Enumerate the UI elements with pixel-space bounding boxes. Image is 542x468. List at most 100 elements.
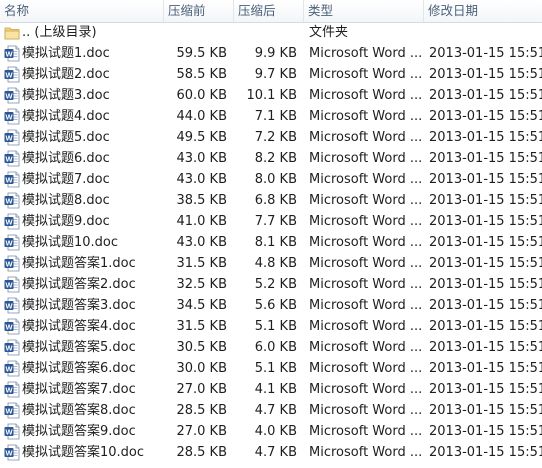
word-doc-icon: W xyxy=(4,234,20,251)
svg-text:W: W xyxy=(5,323,13,332)
file-modified-date: 2013-01-15 15:51 xyxy=(429,172,542,187)
file-size-before: 44.0 KB xyxy=(176,109,227,124)
file-type: Microsoft Word ... xyxy=(309,340,421,355)
file-modified-date: 2013-01-15 15:51 xyxy=(429,67,542,82)
file-type: Microsoft Word ... xyxy=(309,361,421,376)
file-row[interactable]: W 模拟试题答案10.doc 28.5 KB 4.7 KB Microsoft … xyxy=(0,442,542,463)
folder-icon xyxy=(4,24,20,41)
svg-text:W: W xyxy=(5,134,13,143)
file-type: Microsoft Word ... xyxy=(309,319,421,334)
file-name: 模拟试题2.doc xyxy=(22,67,110,82)
file-row[interactable]: W 模拟试题答案7.doc 27.0 KB 4.1 KB Microsoft W… xyxy=(0,379,542,400)
file-modified-date: 2013-01-15 15:51 xyxy=(429,256,542,271)
file-modified-date: 2013-01-15 15:51 xyxy=(429,361,542,376)
file-type: Microsoft Word ... xyxy=(309,193,421,208)
file-modified-date: 2013-01-15 15:51 xyxy=(429,277,542,292)
file-name: 模拟试题8.doc xyxy=(22,193,110,208)
file-row[interactable]: W 模拟试题10.doc 43.0 KB 8.1 KB Microsoft Wo… xyxy=(0,232,542,253)
svg-text:W: W xyxy=(5,407,13,416)
svg-text:W: W xyxy=(5,197,13,206)
file-type: Microsoft Word ... xyxy=(309,424,421,439)
file-size-before: 28.5 KB xyxy=(176,403,227,418)
file-modified-date: 2013-01-15 15:51 xyxy=(429,130,542,145)
file-row[interactable]: W 模拟试题2.doc 58.5 KB 9.7 KB Microsoft Wor… xyxy=(0,64,542,85)
word-doc-icon: W xyxy=(4,150,20,167)
file-type: Microsoft Word ... xyxy=(309,235,421,250)
file-size-after: 7.7 KB xyxy=(254,214,297,229)
column-header-size-before[interactable]: 压缩前 xyxy=(164,0,234,22)
file-row[interactable]: W 模拟试题答案6.doc 30.0 KB 5.1 KB Microsoft W… xyxy=(0,358,542,379)
file-size-before: 28.5 KB xyxy=(176,445,227,460)
file-row[interactable]: W 模拟试题答案8.doc 28.5 KB 4.7 KB Microsoft W… xyxy=(0,400,542,421)
word-doc-icon: W xyxy=(4,381,20,398)
file-name: 模拟试题7.doc xyxy=(22,172,110,187)
file-modified-date: 2013-01-15 15:51 xyxy=(429,403,542,418)
file-size-before: 30.5 KB xyxy=(176,340,227,355)
file-row[interactable]: W 模拟试题1.doc 59.5 KB 9.9 KB Microsoft Wor… xyxy=(0,43,542,64)
svg-text:W: W xyxy=(5,302,13,311)
file-type: Microsoft Word ... xyxy=(309,46,421,61)
file-name: 模拟试题3.doc xyxy=(22,88,110,103)
file-size-after: 9.7 KB xyxy=(254,67,297,82)
file-rows: .. (上级目录) 文件夹 W 模拟试题1.doc 59.5 KB 9.9 KB… xyxy=(0,22,542,463)
word-doc-icon: W xyxy=(4,297,20,314)
file-modified-date: 2013-01-15 15:51 xyxy=(429,193,542,208)
svg-text:W: W xyxy=(5,50,13,59)
column-header-name[interactable]: 名称 xyxy=(0,0,164,22)
file-modified-date: 2013-01-15 15:51 xyxy=(429,319,542,334)
file-row[interactable]: W 模拟试题答案5.doc 30.5 KB 6.0 KB Microsoft W… xyxy=(0,337,542,358)
file-modified-date: 2013-01-15 15:51 xyxy=(429,424,542,439)
column-header-type[interactable]: 类型 xyxy=(304,0,424,22)
file-size-before: 31.5 KB xyxy=(176,256,227,271)
svg-text:W: W xyxy=(5,176,13,185)
file-size-after: 7.2 KB xyxy=(254,130,297,145)
file-name: .. (上级目录) xyxy=(22,25,97,40)
file-size-after: 6.8 KB xyxy=(254,193,297,208)
file-row[interactable]: W 模拟试题7.doc 43.0 KB 8.0 KB Microsoft Wor… xyxy=(0,169,542,190)
svg-text:W: W xyxy=(5,386,13,395)
file-row[interactable]: W 模拟试题答案4.doc 31.5 KB 5.1 KB Microsoft W… xyxy=(0,316,542,337)
file-name: 模拟试题答案5.doc xyxy=(22,340,136,355)
file-name: 模拟试题答案4.doc xyxy=(22,319,136,334)
file-size-after: 5.1 KB xyxy=(254,361,297,376)
file-size-before: 60.0 KB xyxy=(176,88,227,103)
file-size-before: 27.0 KB xyxy=(176,382,227,397)
file-size-after: 8.0 KB xyxy=(254,172,297,187)
file-size-after: 6.0 KB xyxy=(254,340,297,355)
file-size-before: 58.5 KB xyxy=(176,67,227,82)
file-type: 文件夹 xyxy=(309,25,349,40)
file-type: Microsoft Word ... xyxy=(309,382,421,397)
file-row[interactable]: W 模拟试题答案1.doc 31.5 KB 4.8 KB Microsoft W… xyxy=(0,253,542,274)
file-row[interactable]: W 模拟试题答案2.doc 32.5 KB 5.2 KB Microsoft W… xyxy=(0,274,542,295)
file-row[interactable]: W 模拟试题8.doc 38.5 KB 6.8 KB Microsoft Wor… xyxy=(0,190,542,211)
column-header-size-after[interactable]: 压缩后 xyxy=(234,0,304,22)
file-modified-date: 2013-01-15 15:51 xyxy=(429,151,542,166)
file-row[interactable]: W 模拟试题6.doc 43.0 KB 8.2 KB Microsoft Wor… xyxy=(0,148,542,169)
file-type: Microsoft Word ... xyxy=(309,151,421,166)
file-type: Microsoft Word ... xyxy=(309,277,421,292)
file-row[interactable]: W 模拟试题5.doc 49.5 KB 7.2 KB Microsoft Wor… xyxy=(0,127,542,148)
file-modified-date: 2013-01-15 15:51 xyxy=(429,235,542,250)
file-size-before: 31.5 KB xyxy=(176,319,227,334)
file-row[interactable]: W 模拟试题9.doc 41.0 KB 7.7 KB Microsoft Wor… xyxy=(0,211,542,232)
file-size-after: 8.2 KB xyxy=(254,151,297,166)
file-size-after: 5.2 KB xyxy=(254,277,297,292)
file-size-after: 7.1 KB xyxy=(254,109,297,124)
file-size-after: 9.9 KB xyxy=(254,46,297,61)
parent-directory-row[interactable]: .. (上级目录) 文件夹 xyxy=(0,22,542,43)
file-name: 模拟试题答案8.doc xyxy=(22,403,136,418)
file-row[interactable]: W 模拟试题答案9.doc 27.0 KB 4.0 KB Microsoft W… xyxy=(0,421,542,442)
file-modified-date: 2013-01-15 15:51 xyxy=(429,298,542,313)
column-header-modified[interactable]: 修改日期 xyxy=(424,0,542,22)
svg-text:W: W xyxy=(5,365,13,374)
word-doc-icon: W xyxy=(4,339,20,356)
file-row[interactable]: W 模拟试题答案3.doc 34.5 KB 5.6 KB Microsoft W… xyxy=(0,295,542,316)
file-modified-date: 2013-01-15 15:51 xyxy=(429,445,542,460)
word-doc-icon: W xyxy=(4,192,20,209)
file-name: 模拟试题答案1.doc xyxy=(22,256,136,271)
file-size-after: 4.7 KB xyxy=(254,445,297,460)
file-row[interactable]: W 模拟试题3.doc 60.0 KB 10.1 KB Microsoft Wo… xyxy=(0,85,542,106)
svg-text:W: W xyxy=(5,239,13,248)
file-modified-date: 2013-01-15 15:51 xyxy=(429,340,542,355)
file-row[interactable]: W 模拟试题4.doc 44.0 KB 7.1 KB Microsoft Wor… xyxy=(0,106,542,127)
